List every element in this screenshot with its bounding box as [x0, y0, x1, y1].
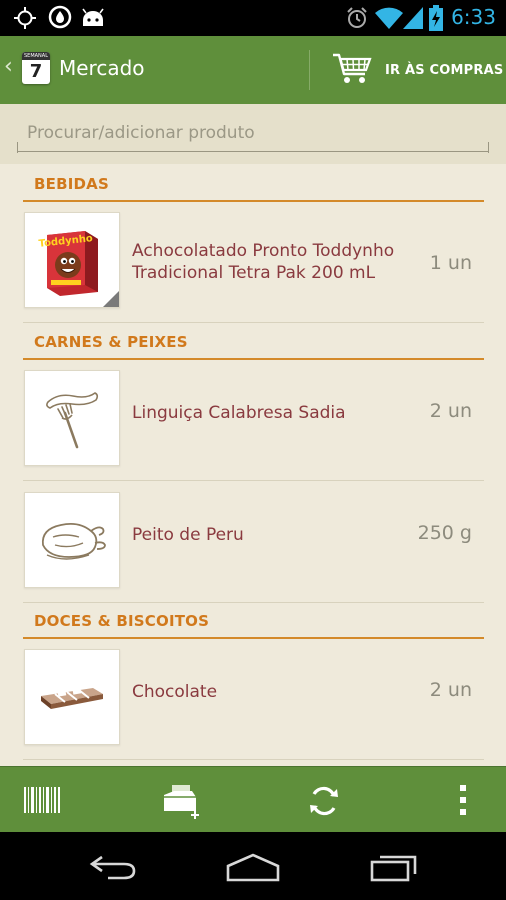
add-list-icon: [164, 785, 199, 819]
list-item[interactable]: Linguiça Calabresa Sadia 2 un: [23, 358, 484, 481]
product-image[interactable]: Toddynho: [24, 212, 120, 308]
product-image[interactable]: [24, 649, 120, 745]
status-bar: 6:33: [0, 0, 506, 36]
search-input[interactable]: [17, 114, 489, 152]
search-area: [0, 104, 506, 164]
section-header-bebidas: BEBIDAS: [23, 164, 484, 202]
section-title: DOCES & BISCOITOS: [34, 612, 210, 630]
status-time: 6:33: [451, 5, 496, 29]
add-list-button[interactable]: [142, 767, 222, 833]
go-shopping-button[interactable]: IR ÀS COMPRAS: [310, 36, 506, 104]
barcode-button[interactable]: [2, 767, 82, 833]
section-title: CARNES & PEIXES: [34, 333, 188, 351]
signal-icon: [403, 7, 423, 29]
sausage-fork-icon: [46, 392, 99, 449]
section-header-doces-biscoitos: DOCES & BISCOITOS: [23, 601, 484, 639]
shopping-list[interactable]: BEBIDAS Toddynho Achocolatado Pronto Tod…: [0, 164, 506, 766]
barcode-icon: [24, 787, 60, 813]
item-name: Achocolatado Pronto Toddynho Tradicional…: [132, 241, 395, 283]
product-image[interactable]: [24, 370, 120, 466]
recent-apps-icon[interactable]: [370, 854, 418, 882]
bottom-action-bar: [0, 766, 506, 833]
page-title[interactable]: Mercado: [59, 56, 145, 80]
image-corner-marker: [103, 291, 119, 307]
item-name: Chocolate: [132, 682, 218, 702]
roast-turkey-icon: [41, 522, 106, 560]
item-quantity[interactable]: 2 un: [430, 679, 472, 701]
calendar-label: SEMANAL: [22, 52, 50, 60]
section-title: BEBIDAS: [34, 175, 109, 193]
list-item[interactable]: Toddynho Achocolatado Pronto Toddynho Tr…: [23, 200, 484, 323]
list-item[interactable]: Chocolate 2 un: [23, 637, 484, 760]
home-icon[interactable]: [226, 852, 280, 882]
shopping-cart-icon: [333, 53, 372, 83]
search-edge-right: [488, 142, 489, 153]
item-name: Peito de Peru: [132, 525, 244, 545]
system-navigation-bar: [0, 832, 506, 900]
calendar-icon[interactable]: SEMANAL 7: [22, 52, 50, 84]
sync-button[interactable]: [283, 767, 363, 833]
calendar-day: 7: [29, 61, 43, 82]
wifi-icon: [375, 7, 403, 29]
sync-icon: [310, 786, 338, 816]
drop-icon: [48, 5, 72, 29]
up-navigation-icon[interactable]: ‹: [4, 56, 13, 78]
chocolate-bar-icon: [41, 688, 103, 709]
search-edge-left: [17, 142, 18, 153]
crosshair-icon: [14, 7, 36, 29]
item-quantity[interactable]: 2 un: [430, 400, 472, 422]
item-name: Linguiça Calabresa Sadia: [132, 403, 346, 423]
android-icon: [82, 8, 104, 26]
action-bar: ‹ SEMANAL 7 Mercado IR ÀS COMPRAS: [0, 36, 506, 105]
back-icon[interactable]: [88, 854, 138, 880]
go-shopping-label: IR ÀS COMPRAS: [385, 63, 504, 78]
battery-charging-icon: [429, 5, 443, 31]
section-header-carnes-peixes: CARNES & PEIXES: [23, 322, 484, 360]
alarm-icon: [347, 7, 367, 28]
item-quantity[interactable]: 1 un: [430, 252, 472, 274]
product-image[interactable]: [24, 492, 120, 588]
item-quantity[interactable]: 250 g: [418, 522, 472, 544]
overflow-menu-icon: [460, 785, 466, 815]
list-item[interactable]: Peito de Peru 250 g: [23, 480, 484, 603]
overflow-menu-button[interactable]: [424, 767, 504, 833]
